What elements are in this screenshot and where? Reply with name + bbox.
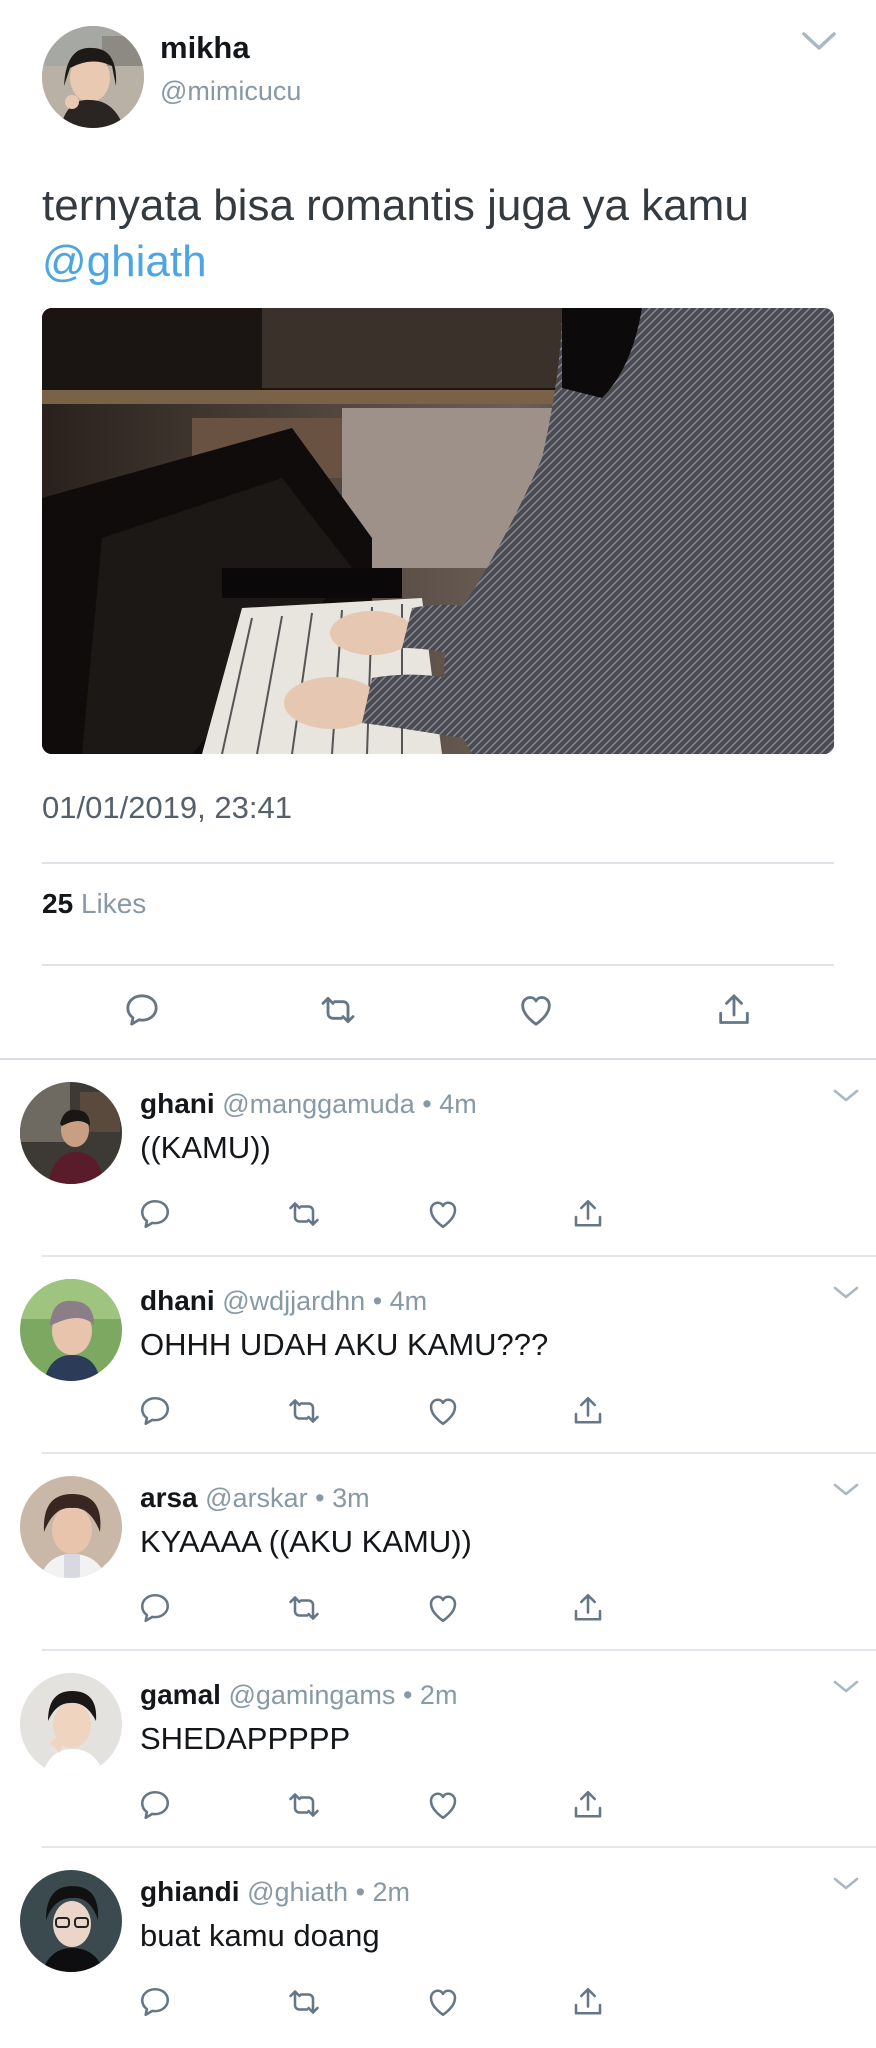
reply-author-handle[interactable]: @wdjjardhn: [222, 1286, 365, 1316]
reply-author-name[interactable]: arsa: [140, 1482, 198, 1513]
reply-text: buat kamu doang: [140, 1918, 380, 1953]
chevron-down-icon[interactable]: [832, 1285, 860, 1301]
reply-icon[interactable]: [137, 1787, 173, 1823]
reply-author-name[interactable]: dhani: [140, 1285, 215, 1316]
reply-icon[interactable]: [137, 1196, 173, 1232]
tweet-video[interactable]: [42, 308, 834, 754]
likes-label: Likes: [80, 888, 147, 919]
reply-text: ((KAMU)): [140, 1130, 271, 1165]
retweet-icon[interactable]: [286, 1984, 322, 2020]
reply-text: OHHH UDAH AKU KAMU???: [140, 1327, 549, 1362]
author-handle[interactable]: @mimicucu: [160, 76, 301, 107]
reply-author-handle[interactable]: @ghiath: [247, 1877, 348, 1907]
separator-dot: •: [315, 1483, 325, 1513]
share-icon[interactable]: [570, 1393, 606, 1429]
retweet-icon[interactable]: [286, 1787, 322, 1823]
reply-time: 3m: [332, 1483, 370, 1513]
chevron-down-icon[interactable]: [800, 28, 838, 54]
reply-tweet[interactable]: ghani @manggamuda • 4m ((KAMU)): [0, 1060, 876, 1257]
heart-icon[interactable]: [425, 1590, 461, 1626]
retweet-icon[interactable]: [318, 990, 358, 1030]
share-icon[interactable]: [570, 1590, 606, 1626]
share-icon[interactable]: [570, 1787, 606, 1823]
reply-header: ghani @manggamuda • 4m: [140, 1088, 477, 1120]
chevron-down-icon[interactable]: [832, 1482, 860, 1498]
reply-tweet[interactable]: gamal @gamingams • 2m SHEDAPPPPP: [0, 1651, 876, 1848]
avatar[interactable]: [20, 1673, 122, 1775]
share-icon[interactable]: [714, 990, 754, 1030]
reply-time: 2m: [372, 1877, 411, 1907]
divider: [42, 862, 834, 864]
likes-count[interactable]: 25 Likes: [42, 888, 146, 920]
avatar[interactable]: [42, 26, 144, 128]
retweet-icon[interactable]: [286, 1196, 322, 1232]
reply-header: dhani @wdjjardhn • 4m: [140, 1285, 427, 1317]
reply-author-name[interactable]: gamal: [140, 1679, 221, 1710]
reply-icon[interactable]: [122, 990, 162, 1030]
reply-tweet[interactable]: arsa @arskar • 3m KYAAAA ((AKU KAMU)): [0, 1454, 876, 1651]
reply-author-handle[interactable]: @gamingams: [228, 1680, 395, 1710]
mention-link[interactable]: @ghiath: [42, 237, 207, 286]
reply-icon[interactable]: [137, 1984, 173, 2020]
share-icon[interactable]: [570, 1984, 606, 2020]
avatar[interactable]: [20, 1279, 122, 1381]
main-tweet: mikha @mimicucu ternyata bisa romantis j…: [0, 0, 876, 1060]
tweet-text: ternyata bisa romantis juga ya kamu @ghi…: [42, 178, 842, 290]
separator-dot: •: [355, 1877, 366, 1907]
chevron-down-icon[interactable]: [832, 1876, 860, 1892]
retweet-icon[interactable]: [286, 1590, 322, 1626]
separator-dot: •: [422, 1089, 432, 1119]
heart-icon[interactable]: [425, 1787, 461, 1823]
reply-author-handle[interactable]: @arskar: [205, 1483, 307, 1513]
avatar[interactable]: [20, 1870, 122, 1972]
reply-tweet[interactable]: dhani @wdjjardhn • 4m OHHH UDAH AKU KAMU…: [0, 1257, 876, 1454]
reply-icon[interactable]: [137, 1393, 173, 1429]
chevron-down-icon[interactable]: [832, 1088, 860, 1104]
reply-tweet[interactable]: ghiandi @ghiath • 2m buat kamu doang: [0, 1848, 876, 2045]
reply-time: 4m: [439, 1089, 477, 1119]
tweet-body: ternyata bisa romantis juga ya kamu: [42, 181, 749, 230]
reply-text: SHEDAPPPPP: [140, 1721, 351, 1756]
heart-icon[interactable]: [425, 1393, 461, 1429]
chevron-down-icon[interactable]: [832, 1679, 860, 1695]
heart-icon[interactable]: [516, 990, 556, 1030]
likes-number: 25: [42, 888, 74, 919]
tweet-timestamp: 01/01/2019, 23:41: [42, 790, 292, 825]
separator-dot: •: [402, 1680, 413, 1710]
share-icon[interactable]: [570, 1196, 606, 1232]
reply-icon[interactable]: [137, 1590, 173, 1626]
author-name[interactable]: mikha: [160, 30, 250, 66]
divider: [42, 964, 834, 966]
reply-time: 2m: [419, 1680, 458, 1710]
reply-header: arsa @arskar • 3m: [140, 1482, 370, 1514]
avatar[interactable]: [20, 1476, 122, 1578]
reply-time: 4m: [389, 1286, 428, 1316]
retweet-icon[interactable]: [286, 1393, 322, 1429]
reply-author-handle[interactable]: @manggamuda: [222, 1089, 415, 1119]
reply-author-name[interactable]: ghani: [140, 1088, 215, 1119]
reply-author-name[interactable]: ghiandi: [140, 1876, 240, 1907]
avatar[interactable]: [20, 1082, 122, 1184]
heart-icon[interactable]: [425, 1984, 461, 2020]
heart-icon[interactable]: [425, 1196, 461, 1232]
reply-header: gamal @gamingams • 2m: [140, 1679, 457, 1711]
separator-dot: •: [372, 1286, 383, 1316]
reply-header: ghiandi @ghiath • 2m: [140, 1876, 410, 1908]
reply-text: KYAAAA ((AKU KAMU)): [140, 1524, 472, 1559]
